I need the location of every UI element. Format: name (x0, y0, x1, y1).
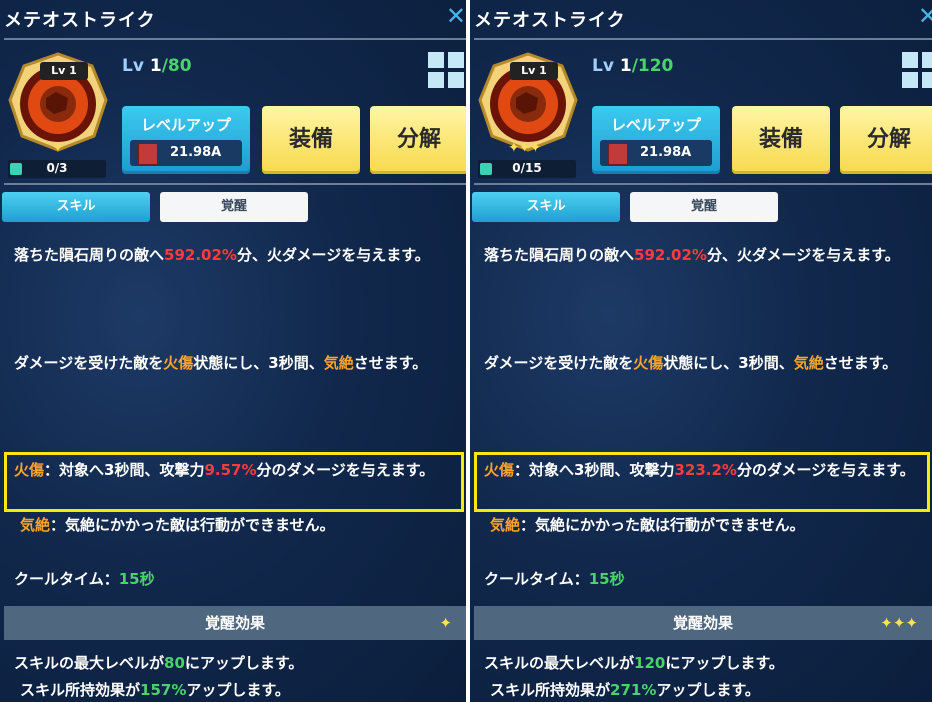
tab-skill[interactable]: スキル (472, 192, 620, 222)
grid-menu-icon[interactable] (902, 52, 932, 88)
skill-title: メテオストライク (474, 10, 626, 31)
fragment-progress: 0/3 (8, 160, 106, 178)
level-label: Lv (122, 56, 144, 76)
highlight-box (474, 452, 930, 512)
level-current: 1 (619, 56, 632, 76)
awaken-effect-max-level: スキルの最大レベルが80にアップします。 (14, 654, 304, 672)
level-current: 1 (149, 56, 162, 76)
disassemble-button[interactable]: 分解 (370, 106, 466, 174)
level-up-button[interactable]: レベルアップ 21.98A (592, 106, 720, 174)
divider-line (474, 183, 932, 185)
awaken-star-icon: ✦ (439, 614, 452, 632)
close-icon[interactable]: ✕ (446, 2, 466, 30)
skill-level: Lv 1/120 (592, 56, 673, 76)
emblem-level-badge: Lv 1 (40, 62, 88, 80)
skill-description-damage: 落ちた隕石周りの敵へ592.02%分、火ダメージを与えます。 (484, 246, 900, 264)
fragment-count: 0/3 (46, 161, 68, 175)
awaken-effect-max-level: スキルの最大レベルが120にアップします。 (484, 654, 784, 672)
divider-line (4, 38, 466, 40)
skill-panel-right: メテオストライク ✕ Lv 1 ✦✦✦ 0/15 Lv 1/120 レベルアップ… (470, 0, 932, 702)
skill-description-damage: 落ちた隕石周りの敵へ592.02%分、火ダメージを与えます。 (14, 246, 430, 264)
star-rating: ✦ (52, 140, 64, 156)
fragment-count: 0/15 (512, 161, 542, 175)
skill-panel-left: メテオストライク ✕ Lv 1 ✦ 0/3 Lv 1/80 レベルアップ 21.… (0, 0, 466, 702)
level-up-cost: 21.98A (600, 140, 712, 166)
divider-line (4, 183, 466, 185)
level-up-label: レベルアップ (610, 116, 701, 134)
level-up-button[interactable]: レベルアップ 21.98A (122, 106, 250, 174)
skill-book-icon (608, 143, 628, 165)
emblem-level-badge: Lv 1 (510, 62, 558, 80)
skill-book-icon (138, 143, 158, 165)
level-max: /120 (631, 56, 674, 76)
cooldown-text: クールタイム：15秒 (484, 570, 625, 588)
level-up-cost-value: 21.98A (170, 145, 222, 160)
stun-effect-description: 気絶：気絶にかかった敵は行動ができません。 (20, 516, 335, 534)
star-rating: ✦✦✦ (508, 140, 541, 156)
skill-description-status: ダメージを受けた敵を火傷状態にし、3秒間、気絶させます。 (14, 354, 428, 372)
skill-title: メテオストライク (4, 10, 156, 31)
fragment-progress: 0/15 (478, 160, 576, 178)
equip-button[interactable]: 装備 (262, 106, 360, 174)
level-up-cost: 21.98A (130, 140, 242, 166)
level-up-cost-value: 21.98A (640, 145, 692, 160)
level-max: /80 (161, 56, 192, 76)
awaken-star-icon: ✦✦✦ (880, 614, 918, 632)
highlight-box (4, 452, 464, 512)
divider-line (474, 38, 932, 40)
awaken-effect-header: 覚醒効果 ✦✦✦ (474, 606, 932, 640)
level-up-label: レベルアップ (140, 116, 231, 134)
tab-skill[interactable]: スキル (2, 192, 150, 222)
grid-menu-icon[interactable] (428, 52, 464, 88)
awaken-effect-header: 覚醒効果 ✦ (4, 606, 466, 640)
disassemble-button[interactable]: 分解 (840, 106, 932, 174)
awaken-effect-owned-bonus: スキル所持効果が157%アップします。 (20, 681, 290, 699)
skill-description-status: ダメージを受けた敵を火傷状態にし、3秒間、気絶させます。 (484, 354, 898, 372)
cooldown-text: クールタイム：15秒 (14, 570, 155, 588)
tab-awaken[interactable]: 覚醒 (630, 192, 778, 222)
awaken-effect-owned-bonus: スキル所持効果が271%アップします。 (490, 681, 760, 699)
close-icon[interactable]: ✕ (918, 2, 932, 30)
stun-effect-description: 気絶：気絶にかかった敵は行動ができません。 (490, 516, 805, 534)
skill-level: Lv 1/80 (122, 56, 192, 76)
equip-button[interactable]: 装備 (732, 106, 830, 174)
level-label: Lv (592, 56, 614, 76)
tab-awaken[interactable]: 覚醒 (160, 192, 308, 222)
